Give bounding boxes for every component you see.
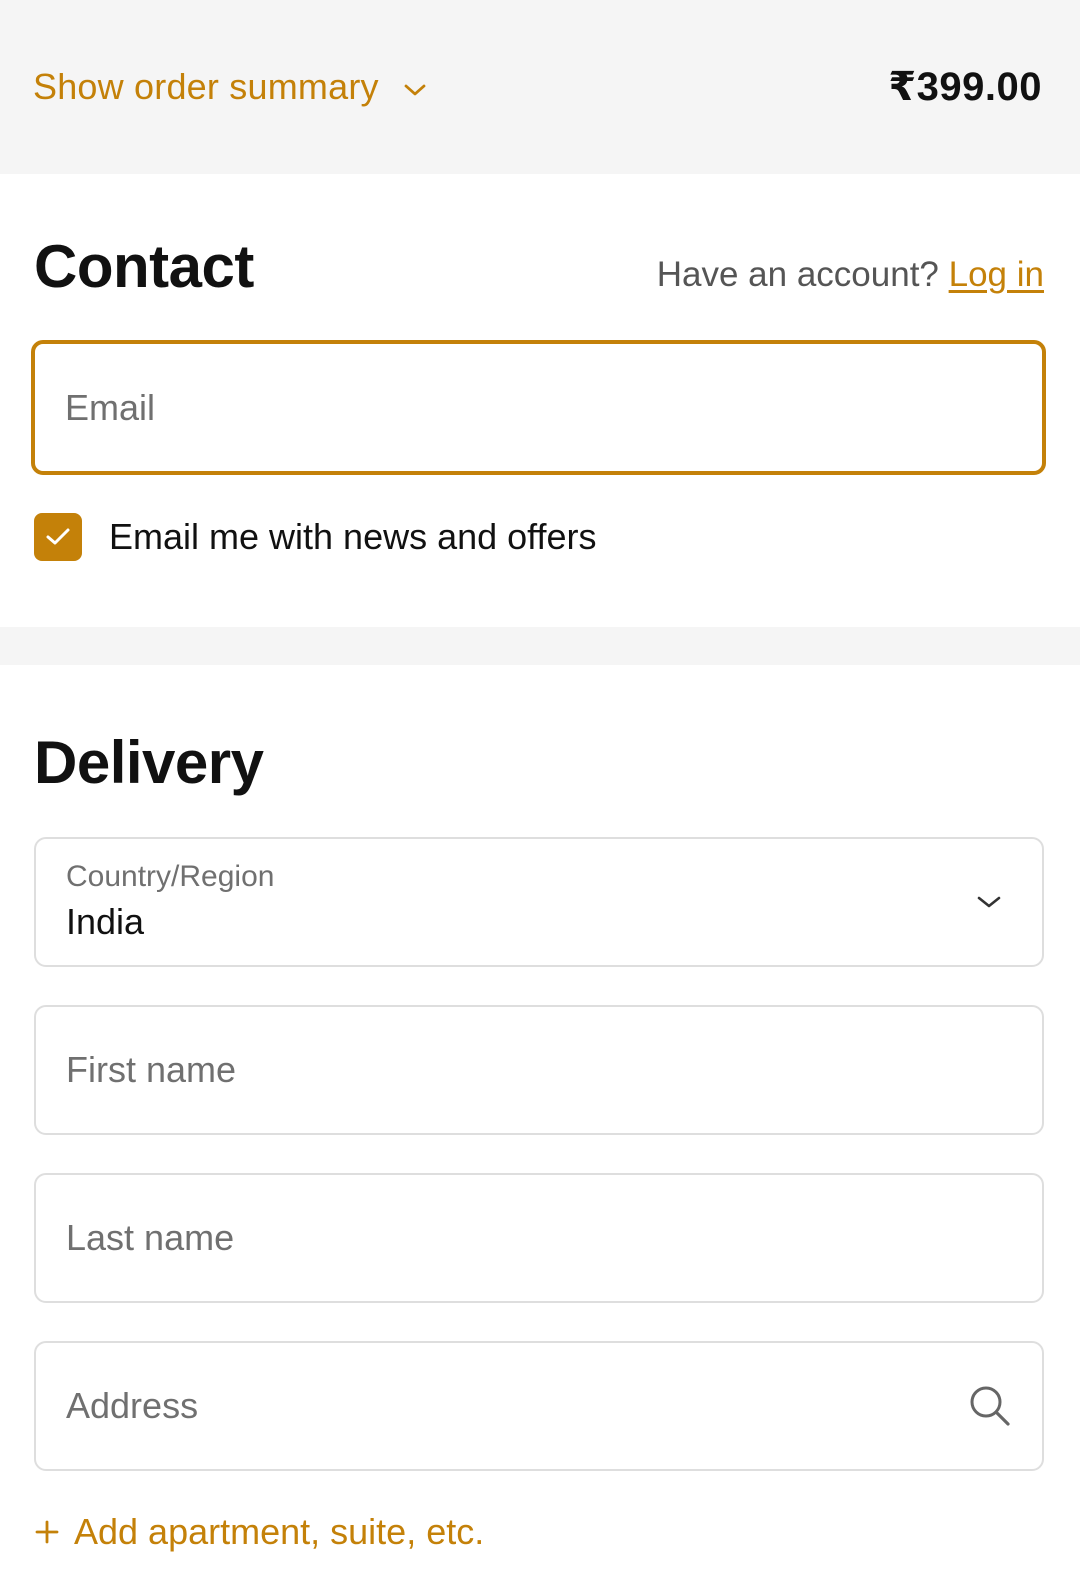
check-icon [46,528,70,545]
checkout-page: Show order summary ₹399.00 Contact Have … [0,0,1080,1582]
show-order-summary-toggle[interactable]: Show order summary [33,66,429,108]
order-total: ₹399.00 [888,65,1042,109]
first-name-input[interactable] [66,1049,1012,1091]
order-summary-bar: Show order summary ₹399.00 [0,0,1080,174]
delivery-header: Delivery [34,728,1044,796]
first-name-field-container [34,1005,1044,1135]
address-field-container [34,1341,1044,1471]
contact-title: Contact [34,232,254,300]
chevron-down-icon [401,76,429,104]
contact-header: Contact Have an account? Log in [34,232,1044,300]
chevron-down-icon [974,887,1004,917]
section-divider [0,627,1080,665]
address-input[interactable] [66,1385,1012,1427]
newsletter-option: Email me with news and offers [34,509,1044,565]
newsletter-label: Email me with news and offers [109,516,597,557]
account-prompt-text: Have an account? [656,255,939,294]
contact-section: Contact Have an account? Log in Email me… [0,174,1080,565]
country-select[interactable]: Country/Region India [34,837,1044,967]
add-apartment-label: Add apartment, suite, etc. [74,1511,485,1552]
email-input[interactable] [65,386,1012,429]
last-name-field-container [34,1173,1044,1303]
country-value: India [66,900,145,942]
plus-icon [34,1519,60,1545]
login-link[interactable]: Log in [949,255,1044,294]
account-prompt: Have an account? Log in [657,255,1044,295]
last-name-input[interactable] [66,1217,1012,1259]
country-label: Country/Region [66,860,275,894]
delivery-title: Delivery [34,728,264,796]
email-field-container [31,340,1046,475]
delivery-section: Delivery Country/Region India First name… [0,665,1080,1553]
newsletter-checkbox[interactable] [34,513,82,561]
order-summary-toggle-label: Show order summary [33,66,379,107]
search-icon[interactable] [966,1382,1014,1430]
add-apartment-link[interactable]: Add apartment, suite, etc. [34,1511,1044,1553]
